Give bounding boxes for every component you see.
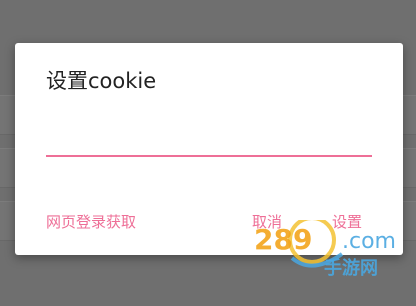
watermark-logo-graphic: 289 .com 手游网 xyxy=(254,216,396,279)
dialog-title: 设置cookie xyxy=(46,69,157,93)
cookie-input[interactable] xyxy=(46,115,372,155)
input-underline xyxy=(46,155,372,157)
web-login-button[interactable]: 网页登录获取 xyxy=(46,212,136,232)
cookie-input-container xyxy=(46,115,372,157)
site-watermark-logo: 289 .com 手游网 xyxy=(252,216,402,280)
svg-text:289: 289 xyxy=(254,223,312,256)
svg-text:手游网: 手游网 xyxy=(324,257,378,279)
svg-text:.com: .com xyxy=(342,229,396,254)
